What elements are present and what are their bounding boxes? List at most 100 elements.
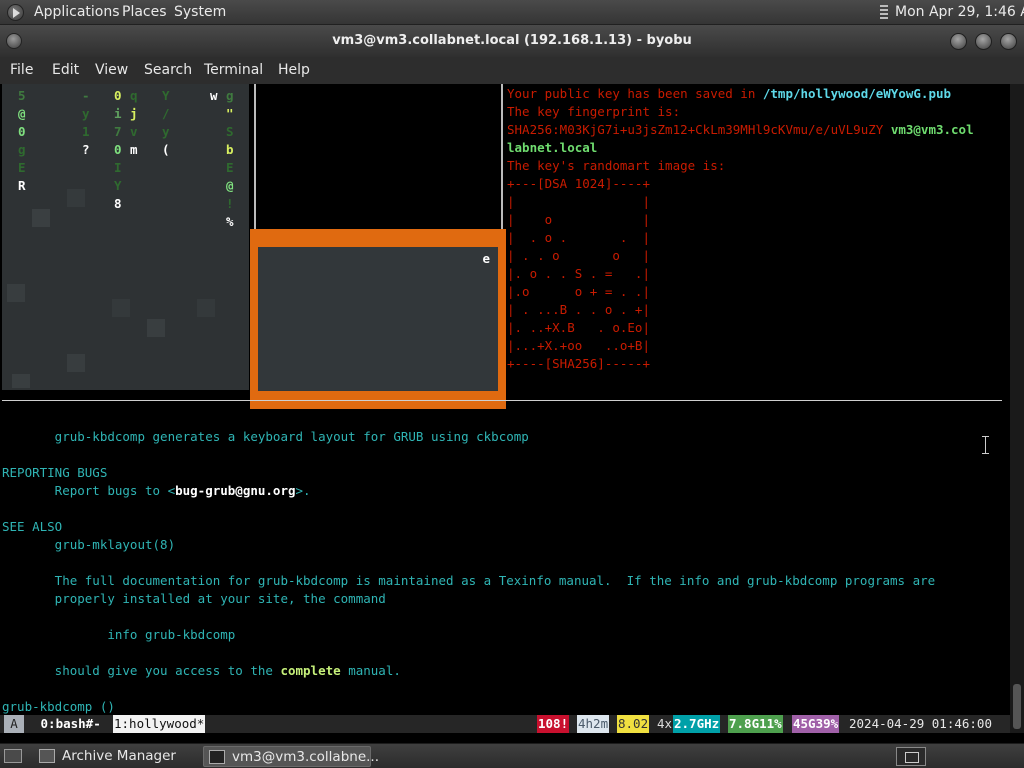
randomart-line: | . . o o | — [507, 248, 650, 263]
window-titlebar[interactable]: vm3@vm3.collabnet.local (192.168.1.13) -… — [0, 25, 1024, 57]
randomart-line: | . ...B . . o . +| — [507, 302, 650, 317]
highlight-frame: e — [250, 229, 506, 409]
close-icon[interactable] — [1000, 33, 1017, 50]
window-title: vm3@vm3.collabnet.local (192.168.1.13) -… — [332, 33, 692, 48]
panel-clock[interactable]: Mon Apr 29, 1:46 AM — [895, 4, 1024, 20]
applications-menu[interactable]: Applications — [34, 4, 120, 20]
pane-divider[interactable] — [254, 84, 256, 234]
matrix-char: I — [114, 160, 122, 175]
matrix-char: i — [114, 106, 122, 121]
window-tab-bash[interactable]: 0:bash#- — [32, 715, 109, 733]
panel-handle-icon — [880, 5, 888, 20]
maximize-icon[interactable] — [975, 33, 992, 50]
matrix-char: 1 — [82, 124, 90, 139]
matrix-char: y — [162, 124, 170, 139]
matrix-char: b — [226, 142, 234, 157]
matrix-char: 0 — [114, 88, 122, 103]
top-panel: Applications Places System Mon Apr 29, 1… — [0, 0, 1024, 25]
status-datetime: 2024-04-29 01:46:00 — [849, 716, 992, 731]
randomart-line: | o | — [507, 212, 650, 227]
manpage-line: Report bugs to <bug-grub@gnu.org>. — [2, 483, 311, 498]
matrix-char: 8 — [114, 196, 122, 211]
keygen-line: Your public key has been saved in /tmp/h… — [507, 86, 952, 101]
overlay-char: e — [482, 251, 490, 266]
randomart-line: |. o . . S . = .| — [507, 266, 650, 281]
section-heading: REPORTING BUGS — [2, 465, 108, 480]
menu-edit[interactable]: Edit — [52, 62, 79, 78]
pane-divider-horizontal[interactable] — [2, 400, 1002, 401]
randomart-line: |. ..+X.B . o.Eo| — [507, 320, 650, 335]
memory-badge: 7.8G11% — [728, 715, 783, 733]
keygen-line: labnet.local — [507, 140, 598, 155]
matrix-char: w — [210, 88, 218, 103]
applications-menu-icon[interactable] — [7, 4, 24, 21]
terminal-area[interactable]: 5 @ 0 g E R - y 1 ? 0 i 7 0 I Y 8 q j v … — [0, 84, 1010, 733]
byobu-statusbar: A 0:bash#- 1:hollywood* 108! 4h2m 8.02 4… — [0, 715, 1010, 733]
section-heading: SEE ALSO — [2, 519, 63, 534]
matrix-char: ( — [162, 142, 170, 157]
matrix-char: Y — [162, 88, 170, 103]
system-menu[interactable]: System — [174, 4, 226, 20]
terminal-menubar: File Edit View Search Terminal Help — [0, 57, 1024, 84]
window-tab-hollywood[interactable]: 1:hollywood* — [113, 715, 206, 733]
load-badge: 8.02 — [617, 715, 650, 733]
menu-help[interactable]: Help — [278, 62, 310, 78]
manpage-line: properly installed at your site, the com… — [2, 591, 386, 606]
matrix-char: E — [226, 160, 234, 175]
keygen-line: The key fingerprint is: — [507, 104, 681, 119]
manpage-footer: grub-kbdcomp () — [2, 699, 115, 714]
keygen-line: The key's randomart image is: — [507, 158, 726, 173]
randomart-line: +----[SHA256]-----+ — [507, 356, 650, 371]
randomart-line: |...+X.+oo ..o+B| — [507, 338, 650, 353]
matrix-char: @ — [226, 178, 234, 193]
task-terminal[interactable]: vm3@vm3.collabne... — [203, 746, 379, 767]
byobu-logo[interactable]: A — [4, 715, 24, 733]
bottom-taskbar: Archive Manager vm3@vm3.collabne... — [0, 743, 1024, 768]
matrix-char: S — [226, 124, 234, 139]
randomart-line: | | — [507, 194, 650, 209]
matrix-char: ? — [82, 142, 90, 157]
matrix-char: - — [82, 88, 90, 103]
show-desktop-icon[interactable] — [4, 749, 22, 763]
keygen-pane: Your public key has been saved in /tmp/h… — [507, 84, 1007, 384]
menu-terminal[interactable]: Terminal — [204, 62, 263, 78]
disk-badge: 45G39% — [792, 715, 840, 733]
randomart-line: +---[DSA 1024]----+ — [507, 176, 650, 191]
matrix-char: ! — [226, 196, 234, 211]
matrix-char: " — [226, 106, 234, 121]
matrix-char: m — [130, 142, 138, 157]
matrix-char: E — [18, 160, 26, 175]
matrix-char: 0 — [114, 142, 122, 157]
menu-view[interactable]: View — [95, 62, 128, 78]
menu-file[interactable]: File — [10, 62, 33, 78]
menu-search[interactable]: Search — [144, 62, 192, 78]
matrix-char: / — [162, 106, 170, 121]
matrix-char: q — [130, 88, 138, 103]
manpage-line: grub-mklayout(8) — [2, 537, 176, 552]
scrollbar-thumb[interactable] — [1013, 684, 1021, 729]
manpage-command: info grub-kbdcomp — [2, 627, 236, 642]
highlight-inner-pane: e — [258, 247, 498, 391]
randomart-line: | . o . . | — [507, 230, 650, 245]
manpage-line: should give you access to the complete m… — [2, 663, 401, 678]
matrix-char: j — [130, 106, 138, 121]
pane-divider[interactable] — [501, 84, 503, 234]
matrix-char: 7 — [114, 124, 122, 139]
cpu-freq-badge: 2.7GHz — [673, 715, 721, 733]
task-archive-manager[interactable]: Archive Manager — [34, 746, 194, 767]
task-label: Archive Manager — [62, 748, 176, 764]
terminal-scrollbar[interactable] — [1010, 84, 1024, 733]
matrix-char: y — [82, 106, 90, 121]
matrix-char: g — [18, 142, 26, 157]
minimize-icon[interactable] — [950, 33, 967, 50]
randomart-line: |.o o + = . .| — [507, 284, 650, 299]
archive-manager-icon — [39, 749, 55, 763]
matrix-char: v — [130, 124, 138, 139]
places-menu[interactable]: Places — [122, 4, 167, 20]
matrix-char: % — [226, 214, 234, 229]
task-label: vm3@vm3.collabne... — [232, 749, 380, 765]
matrix-char: @ — [18, 106, 26, 121]
matrix-char: g — [226, 88, 234, 103]
workspace-switcher-icon[interactable] — [896, 747, 926, 766]
uptime-badge: 4h2m — [577, 715, 610, 733]
